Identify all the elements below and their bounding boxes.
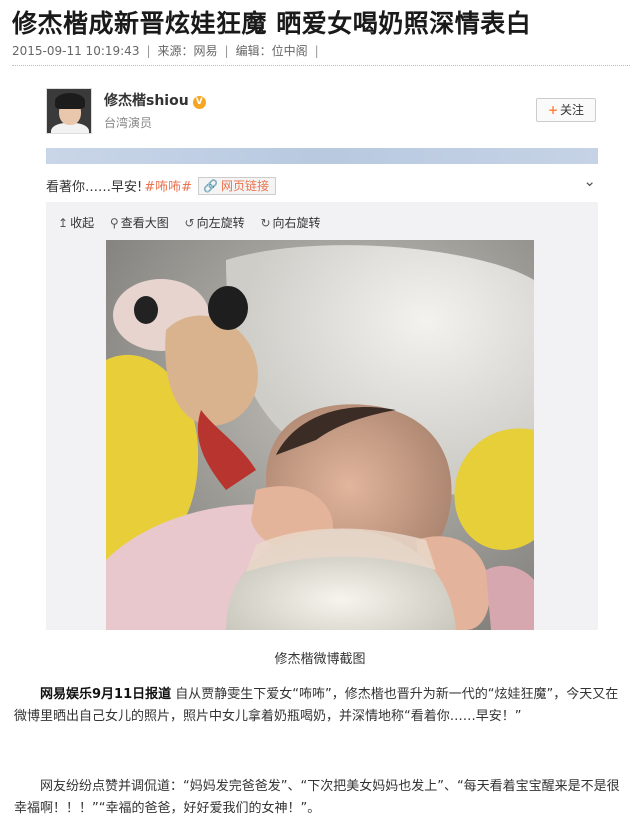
- rotate-left-button[interactable]: ↺ 向左旋转: [185, 214, 245, 231]
- magnifier-icon: ⚲: [109, 216, 119, 230]
- report-lead: 网易娱乐9月11日报道: [40, 687, 172, 702]
- meta-divider: |: [224, 44, 229, 58]
- rotate-left-icon: ↺: [184, 216, 195, 230]
- view-large-button[interactable]: ⚲ 查看大图: [110, 214, 169, 231]
- collapse-button[interactable]: ↥ 收起: [58, 214, 94, 231]
- source-label[interactable]: 来源：网易: [158, 42, 218, 59]
- photo-caption: 修杰楷微博截图: [274, 652, 366, 667]
- rotate-right-icon: ↻: [260, 216, 271, 230]
- web-link-button[interactable]: 🔗 网页链接: [198, 177, 276, 195]
- rotate-right-button[interactable]: ↻ 向右旋转: [260, 214, 320, 231]
- arrow-up-icon: ↥: [58, 216, 69, 230]
- media-viewer: ↥ 收起 ⚲ 查看大图 ↺ 向左旋转 ↻ 向右旋转: [46, 202, 598, 630]
- avatar[interactable]: [46, 88, 92, 134]
- verified-badge-icon: V: [192, 96, 206, 109]
- hashtag-link[interactable]: #咘咘#: [144, 180, 192, 195]
- publish-datetime: 2015-09-11 10:19:43: [12, 44, 140, 58]
- article-meta: 2015-09-11 10:19:43 | 来源：网易 | 编辑：位中阁 |: [12, 42, 326, 59]
- weibo-screenshot-card: 修杰楷shiou V 台湾演员 + 关注 看著你……早安! #咘咘# 🔗 网页链接 ⌄ ↥…: [46, 78, 598, 630]
- meta-divider: |: [146, 44, 151, 58]
- article-paragraph: 网友纷纷点赞并调侃道：“妈妈发完爸爸发”、“下次把美女妈妈也发上”、“每天看着宝…: [14, 779, 620, 816]
- meta-divider-line: [12, 65, 630, 66]
- user-title: 台湾演员: [104, 116, 153, 130]
- image-toolbar: ↥ 收起 ⚲ 查看大图 ↺ 向左旋转 ↻ 向右旋转: [58, 214, 333, 231]
- weibo-username[interactable]: 修杰楷shiou V: [104, 90, 206, 110]
- baby-photo[interactable]: [106, 240, 534, 630]
- editor-label: 编辑：位中阁: [235, 44, 308, 58]
- meta-divider: |: [314, 44, 319, 58]
- follow-button[interactable]: + 关注: [536, 98, 596, 122]
- post-text: 看著你……早安! #咘咘# 🔗 网页链接: [46, 176, 276, 195]
- link-icon: 🔗: [203, 179, 218, 193]
- chevron-down-icon[interactable]: ⌄: [583, 172, 596, 190]
- article-headline: 修杰楷成新晋炫娃狂魔 晒爱女喝奶照深情表白: [12, 9, 532, 38]
- article-paragraph: 网易娱乐9月11日报道 自从贾静雯生下爱女“咘咘”，修杰楷也晋升为新一代的“炫娃…: [14, 687, 619, 724]
- profile-banner: [46, 148, 598, 164]
- plus-icon: +: [547, 103, 559, 117]
